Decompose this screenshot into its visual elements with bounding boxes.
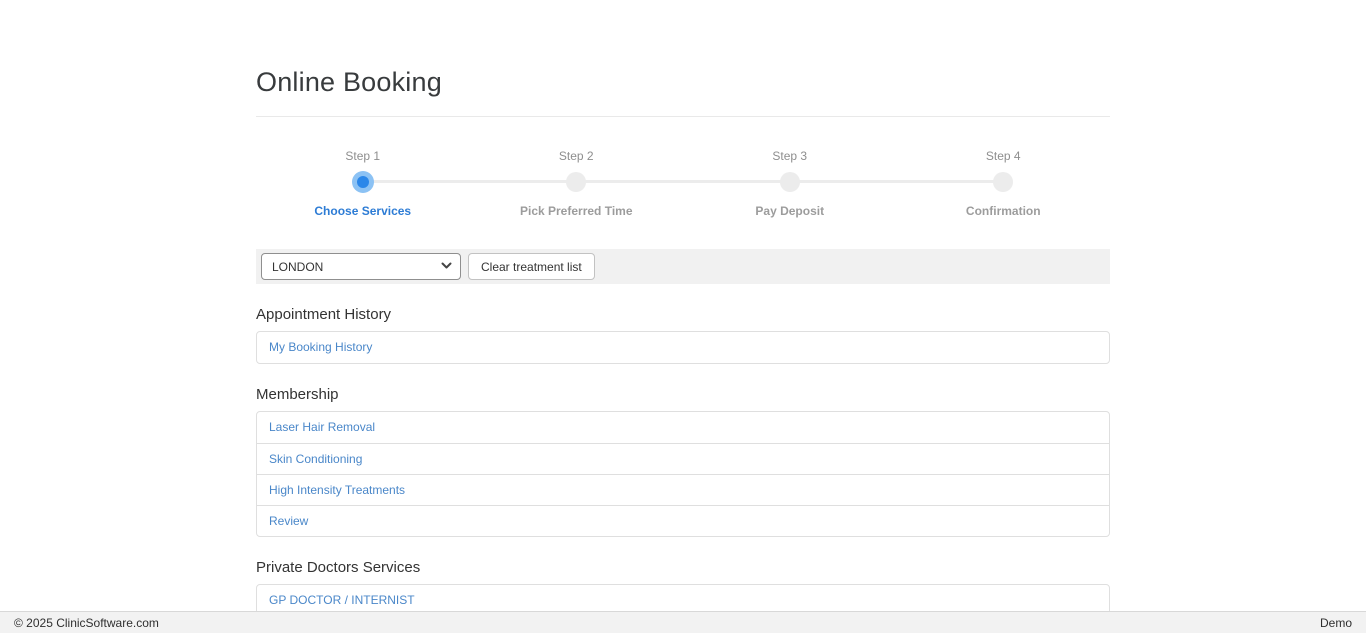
section-private-doctors-services: Private Doctors Services GP DOCTOR / INT…	[256, 558, 1110, 617]
content-container: Online Booking Step 1 Choose Services St…	[256, 0, 1110, 617]
section-list: Laser Hair Removal Skin Conditioning Hig…	[256, 411, 1110, 537]
footer-copyright: © 2025 ClinicSoftware.com	[14, 616, 159, 630]
section-heading-appointment-history: Appointment History	[256, 305, 1110, 324]
section-heading-private-doctors-services: Private Doctors Services	[256, 558, 1110, 577]
section-membership: Membership Laser Hair Removal Skin Condi…	[256, 385, 1110, 537]
step-number-label: Step 4	[897, 149, 1111, 164]
step-number-label: Step 1	[256, 149, 470, 164]
step-dot	[566, 172, 586, 192]
section-heading-membership: Membership	[256, 385, 1110, 404]
step-dot	[780, 172, 800, 192]
step-dot-row	[470, 170, 684, 194]
stepper-step-choose-services: Step 1 Choose Services	[256, 149, 470, 218]
step-name-label: Pick Preferred Time	[470, 204, 684, 218]
stepper-step-pay-deposit: Step 3 Pay Deposit	[683, 149, 897, 218]
stepper-step-confirmation: Step 4 Confirmation	[897, 149, 1111, 218]
booking-stepper: Step 1 Choose Services Step 2 Pick Prefe…	[256, 149, 1110, 218]
list-item-skin-conditioning[interactable]: Skin Conditioning	[257, 443, 1109, 474]
list-item-high-intensity-treatments[interactable]: High Intensity Treatments	[257, 474, 1109, 505]
step-dot	[352, 171, 374, 193]
step-dot-row	[683, 170, 897, 194]
title-divider	[256, 116, 1110, 117]
location-toolbar: LONDON Clear treatment list	[256, 249, 1110, 284]
step-name-label: Choose Services	[256, 204, 470, 218]
step-number-label: Step 2	[470, 149, 684, 164]
online-booking-page: Online Booking Step 1 Choose Services St…	[0, 0, 1366, 617]
stepper-step-pick-preferred-time: Step 2 Pick Preferred Time	[470, 149, 684, 218]
location-select[interactable]: LONDON	[261, 253, 461, 280]
footer: © 2025 ClinicSoftware.com Demo	[0, 611, 1366, 633]
step-name-label: Confirmation	[897, 204, 1111, 218]
step-dot-inner	[357, 176, 369, 188]
page-title: Online Booking	[256, 64, 1110, 100]
list-item-review[interactable]: Review	[257, 505, 1109, 536]
list-item-laser-hair-removal[interactable]: Laser Hair Removal	[257, 412, 1109, 443]
section-appointment-history: Appointment History My Booking History	[256, 305, 1110, 364]
step-number-label: Step 3	[683, 149, 897, 164]
step-dot-row	[256, 170, 470, 194]
step-dot	[993, 172, 1013, 192]
service-sections: Appointment History My Booking History M…	[256, 305, 1110, 617]
section-list: My Booking History	[256, 331, 1110, 364]
clear-treatment-list-button[interactable]: Clear treatment list	[468, 253, 595, 280]
step-dot-row	[897, 170, 1111, 194]
list-item-my-booking-history[interactable]: My Booking History	[257, 332, 1109, 363]
step-name-label: Pay Deposit	[683, 204, 897, 218]
footer-demo-label: Demo	[1320, 616, 1352, 630]
location-select-wrap: LONDON	[261, 253, 461, 280]
